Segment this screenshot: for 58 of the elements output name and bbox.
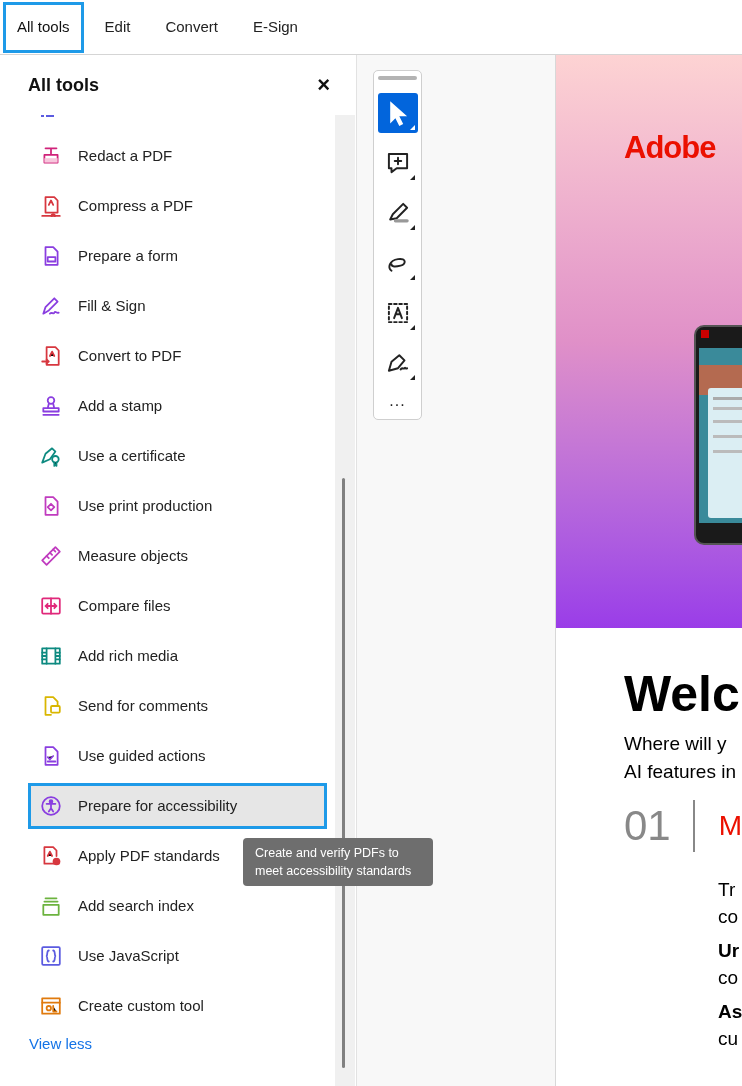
corner-triangle-icon — [409, 375, 415, 380]
panel-title: All tools — [28, 73, 99, 97]
intro-text: AI features in — [624, 760, 736, 784]
tool-item[interactable]: Redact a PDF — [28, 133, 327, 179]
tool-item[interactable]: Prepare for accessibility — [28, 783, 327, 829]
view-less-link[interactable]: View less — [29, 1033, 93, 1056]
logo-text: Adobe — [624, 129, 716, 167]
pdf-convert-icon — [40, 345, 62, 367]
tab[interactable]: E-Sign — [238, 2, 312, 53]
body-text: cu — [718, 1027, 739, 1051]
tooltip: Create and verify PDFs to meet accessibility standards — [243, 838, 433, 886]
tab[interactable]: Convert — [151, 2, 232, 53]
tool-item[interactable]: Fill & Sign — [28, 283, 327, 329]
intro-text: Where will y — [624, 732, 727, 756]
tool-item[interactable]: Create custom tool — [28, 983, 327, 1029]
certificate-icon — [40, 445, 62, 467]
corner-triangle-icon — [409, 325, 415, 330]
tool-item[interactable]: Add rich media — [28, 633, 327, 679]
tool-item[interactable]: Prepare a form — [28, 233, 327, 279]
body-text: Tr — [718, 878, 736, 902]
compare-icon — [40, 595, 62, 617]
stack-icon — [40, 895, 62, 917]
tool-item[interactable]: Use a certificate — [28, 433, 327, 479]
corner-triangle-icon — [409, 225, 415, 230]
pen-signature-icon — [40, 295, 62, 317]
tool-item[interactable]: Compare files — [28, 583, 327, 629]
body-text: As — [718, 1000, 742, 1024]
corner-triangle-icon — [409, 175, 415, 180]
heading: Welc — [624, 665, 740, 724]
tab[interactable]: Edit — [90, 2, 145, 53]
code-braces-icon — [40, 945, 62, 967]
tool-item[interactable]: Convert to PDF — [28, 333, 327, 379]
film-icon — [40, 645, 62, 667]
close-button[interactable]: × — [317, 74, 330, 96]
accessibility-icon — [40, 795, 62, 817]
tab[interactable]: All tools — [3, 2, 84, 53]
tool-item[interactable]: Use guided actions — [28, 733, 327, 779]
body-text: co — [718, 905, 739, 929]
tool-item[interactable]: Use JavaScript — [28, 933, 327, 979]
tool-item[interactable]: Add a stamp — [28, 383, 327, 429]
ruler-icon — [40, 545, 62, 567]
drag-handle[interactable] — [378, 76, 417, 80]
pdf-download-icon — [40, 195, 62, 217]
pointer-tool-button[interactable] — [377, 93, 418, 133]
custom-tool-icon — [40, 995, 62, 1017]
tool-item[interactable]: Compress a PDF — [28, 183, 327, 229]
stamp-icon — [40, 395, 62, 417]
corner-triangle-icon — [409, 275, 415, 280]
body-text: Ur — [718, 939, 740, 963]
corner-triangle-icon — [409, 125, 415, 130]
tool-item[interactable]: Send for comments — [28, 683, 327, 729]
tool-item[interactable]: Measure objects — [28, 533, 327, 579]
step-number: 01 — [624, 801, 671, 851]
tool-item[interactable]: Add search index — [28, 883, 327, 929]
body-text: co — [718, 966, 739, 990]
tool-item[interactable]: Use print production — [28, 483, 327, 529]
step-title: M — [718, 809, 742, 843]
more-tools-button[interactable]: ... — [389, 393, 406, 409]
